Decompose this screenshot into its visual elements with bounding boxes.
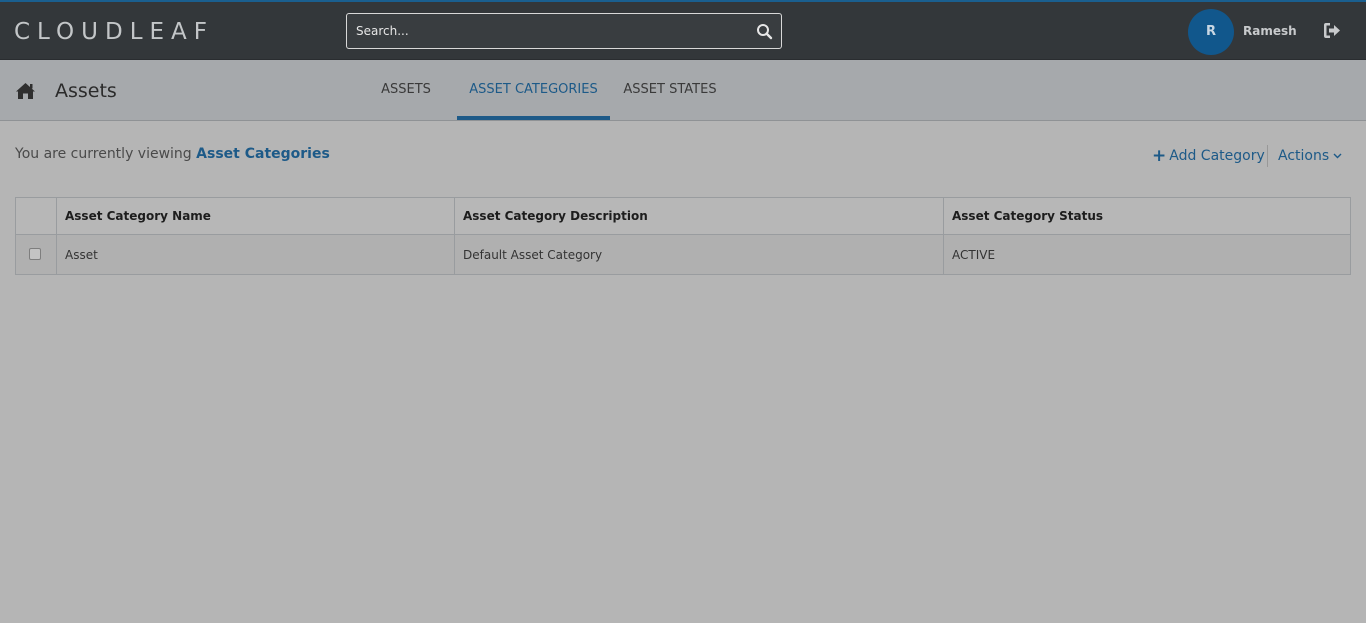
- actions-label: Actions: [1278, 148, 1330, 164]
- chevron-down-icon: [1333, 153, 1342, 159]
- viewing-highlight: Asset Categories: [196, 146, 330, 162]
- actions-dropdown[interactable]: Actions: [1278, 148, 1342, 164]
- header-select-cell: [16, 198, 56, 234]
- home-icon[interactable]: [15, 82, 36, 100]
- cell-status: ACTIVE: [943, 235, 1350, 274]
- column-header-name[interactable]: Asset Category Name: [56, 198, 454, 234]
- tab-assets[interactable]: ASSETS: [371, 60, 441, 120]
- top-bar: CLOUDLEAF R Ramesh: [0, 0, 1366, 60]
- plus-icon: +: [1152, 146, 1167, 166]
- logout-icon[interactable]: [1323, 22, 1341, 39]
- search-input[interactable]: [347, 14, 747, 48]
- toolbar-divider: [1267, 145, 1268, 167]
- user-avatar[interactable]: R: [1188, 9, 1234, 55]
- add-category-label: Add Category: [1169, 148, 1265, 164]
- cell-description: Default Asset Category: [454, 235, 943, 274]
- tab-asset-states[interactable]: ASSET STATES: [614, 60, 726, 120]
- column-header-status[interactable]: Asset Category Status: [943, 198, 1350, 234]
- asset-categories-table: Asset Category Name Asset Category Descr…: [15, 197, 1351, 275]
- table-row[interactable]: Asset Default Asset Category ACTIVE: [16, 235, 1350, 274]
- row-checkbox[interactable]: [29, 248, 41, 260]
- search-icon[interactable]: [756, 23, 773, 40]
- row-select-cell: [16, 235, 56, 274]
- user-name[interactable]: Ramesh: [1243, 24, 1297, 38]
- add-category-button[interactable]: + Add Category: [1152, 146, 1265, 166]
- page-title: Assets: [55, 80, 117, 102]
- table-header: Asset Category Name Asset Category Descr…: [16, 198, 1350, 235]
- tab-asset-categories[interactable]: ASSET CATEGORIES: [457, 60, 610, 120]
- cloudleaf-logo[interactable]: CLOUDLEAF: [14, 19, 214, 45]
- column-header-description[interactable]: Asset Category Description: [454, 198, 943, 234]
- cell-name: Asset: [56, 235, 454, 274]
- sub-navigation: Assets ASSETS ASSET CATEGORIES ASSET STA…: [0, 60, 1366, 121]
- viewing-caption: You are currently viewing Asset Categori…: [15, 146, 330, 162]
- viewing-prefix: You are currently viewing: [15, 146, 192, 162]
- search-box[interactable]: [346, 13, 782, 49]
